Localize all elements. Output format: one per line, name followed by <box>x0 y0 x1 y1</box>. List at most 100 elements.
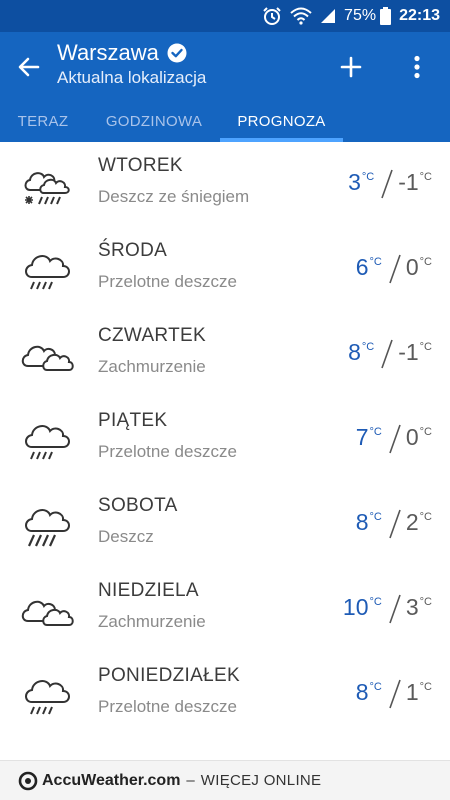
day-name: NIEDZIELA <box>98 580 199 601</box>
low-temp: 0 <box>405 254 419 280</box>
condition-text: Zachmurzenie <box>98 612 206 631</box>
temp-unit: °C <box>419 596 432 608</box>
app-bar: Warszawa Aktualna lokalizacja <box>0 32 450 100</box>
condition-text: Zachmurzenie <box>98 357 206 376</box>
high-temp: 8 <box>355 509 369 535</box>
more-online-link[interactable]: WIĘCEJ ONLINE <box>201 772 322 789</box>
wifi-icon <box>290 7 312 25</box>
temp-unit: °C <box>369 511 382 523</box>
temperature-range: 3 °C -1 °C <box>348 169 432 199</box>
brand-name: AccuWeather.com <box>42 771 181 789</box>
clock-time: 22:13 <box>399 7 440 24</box>
temp-unit: °C <box>419 681 432 693</box>
temp-unit: °C <box>369 681 382 693</box>
rain-cloud-icon <box>25 680 70 715</box>
slash-divider <box>389 594 401 624</box>
tab-bar: TERAZ GODZINOWA PROGNOZA <box>0 100 450 142</box>
high-temp: 7 <box>355 424 369 450</box>
condition-text: Przelotne deszcze <box>98 272 237 291</box>
temp-unit: °C <box>369 596 382 608</box>
day-name: ŚRODA <box>98 240 168 261</box>
battery-percent: 75% <box>344 7 377 24</box>
temp-unit: °C <box>419 171 432 183</box>
plus-icon <box>340 56 362 78</box>
verified-check-icon <box>167 43 187 63</box>
day-name: CZWARTEK <box>98 325 206 346</box>
low-temp: -1 <box>398 169 419 195</box>
location-title[interactable]: Warszawa Aktualna lokalizacja <box>57 40 206 88</box>
condition-text: Deszcz <box>98 527 154 546</box>
forecast-row[interactable]: CZWARTEK Zachmurzenie 8 °C -1 °C <box>0 312 450 397</box>
back-button[interactable] <box>14 52 44 82</box>
temp-unit: °C <box>369 256 382 268</box>
day-name: PONIEDZIAŁEK <box>98 665 240 686</box>
slash-divider <box>389 509 401 539</box>
forecast-row[interactable]: PONIEDZIAŁEK Przelotne deszcze 8 °C 1 °C <box>0 652 450 737</box>
slash-divider <box>381 169 393 199</box>
city-name: Warszawa <box>57 40 159 65</box>
low-temp: 1 <box>405 679 419 705</box>
temp-unit: °C <box>419 426 432 438</box>
low-temp: -1 <box>398 339 419 365</box>
temp-unit: °C <box>419 341 432 353</box>
tab-label: GODZINOWA <box>105 112 203 130</box>
temp-unit: °C <box>419 511 432 523</box>
condition-text: Przelotne deszcze <box>98 697 237 716</box>
accuweather-footer[interactable]: AccuWeather.com – WIĘCEJ ONLINE <box>0 760 450 800</box>
low-temp: 3 <box>405 594 419 620</box>
temp-unit: °C <box>361 171 375 183</box>
high-temp: 6 <box>355 254 369 280</box>
temperature-range: 6 °C 0 °C <box>356 254 432 284</box>
signal-icon <box>320 8 336 24</box>
forecast-row[interactable]: SOBOTA Deszcz 8 °C 2 °C <box>0 482 450 567</box>
more-vert-icon <box>414 55 420 79</box>
accuweather-logo-icon <box>18 771 38 791</box>
low-temp: 2 <box>405 509 419 535</box>
forecast-row[interactable]: NIEDZIELA Zachmurzenie 10 °C 3 °C <box>0 567 450 652</box>
day-name: WTOREK <box>98 155 183 176</box>
temperature-range: 8 °C 1 °C <box>356 679 432 709</box>
low-temp: 0 <box>405 424 419 450</box>
day-name: SOBOTA <box>98 495 178 516</box>
slash-divider <box>389 254 401 284</box>
clouds-icon <box>21 345 74 371</box>
temperature-range: 7 °C 0 °C <box>356 424 432 454</box>
tab-label: PROGNOZA <box>237 112 326 130</box>
footer-separator: – <box>186 772 195 789</box>
temperature-range: 8 °C -1 °C <box>348 339 432 369</box>
forecast-row[interactable]: WTOREK Deszcz ze śniegiem 3 °C -1 °C <box>0 142 450 227</box>
high-temp: 3 <box>348 169 361 195</box>
add-location-button[interactable] <box>336 52 366 82</box>
condition-text: Deszcz ze śniegiem <box>98 187 250 206</box>
temp-unit: °C <box>361 341 375 353</box>
tab-prognoza[interactable]: PROGNOZA <box>220 100 343 142</box>
high-temp: 10 <box>342 594 369 620</box>
slash-divider <box>389 679 401 709</box>
high-temp: 8 <box>355 679 369 705</box>
rain-cloud-icon <box>25 425 70 460</box>
battery-icon <box>380 7 392 25</box>
location-subtitle: Aktualna lokalizacja <box>57 68 207 87</box>
status-bar: 75% 22:13 <box>0 0 450 32</box>
alarm-icon <box>262 6 282 26</box>
forecast-row[interactable]: ŚRODA Przelotne deszcze 6 °C 0 °C <box>0 227 450 312</box>
slash-divider <box>389 424 401 454</box>
back-arrow-icon <box>18 57 40 77</box>
high-temp: 8 <box>348 339 361 365</box>
temp-unit: °C <box>369 426 382 438</box>
tab-teraz[interactable]: TERAZ <box>0 100 86 142</box>
temp-unit: °C <box>419 256 432 268</box>
slash-divider <box>381 339 393 369</box>
tab-label: TERAZ <box>17 112 69 130</box>
more-options-button[interactable] <box>402 52 432 82</box>
tab-godzinowa[interactable]: GODZINOWA <box>96 100 212 142</box>
heavy-rain-icon <box>25 509 70 547</box>
condition-text: Przelotne deszcze <box>98 442 237 461</box>
clouds-icon <box>21 600 74 626</box>
rain-cloud-icon <box>25 255 70 290</box>
temperature-range: 8 °C 2 °C <box>356 509 432 539</box>
rain-snow-icon <box>24 172 70 205</box>
day-name: PIĄTEK <box>98 410 168 431</box>
forecast-row[interactable]: PIĄTEK Przelotne deszcze 7 °C 0 °C <box>0 397 450 482</box>
temperature-range: 10 °C 3 °C <box>343 594 432 624</box>
